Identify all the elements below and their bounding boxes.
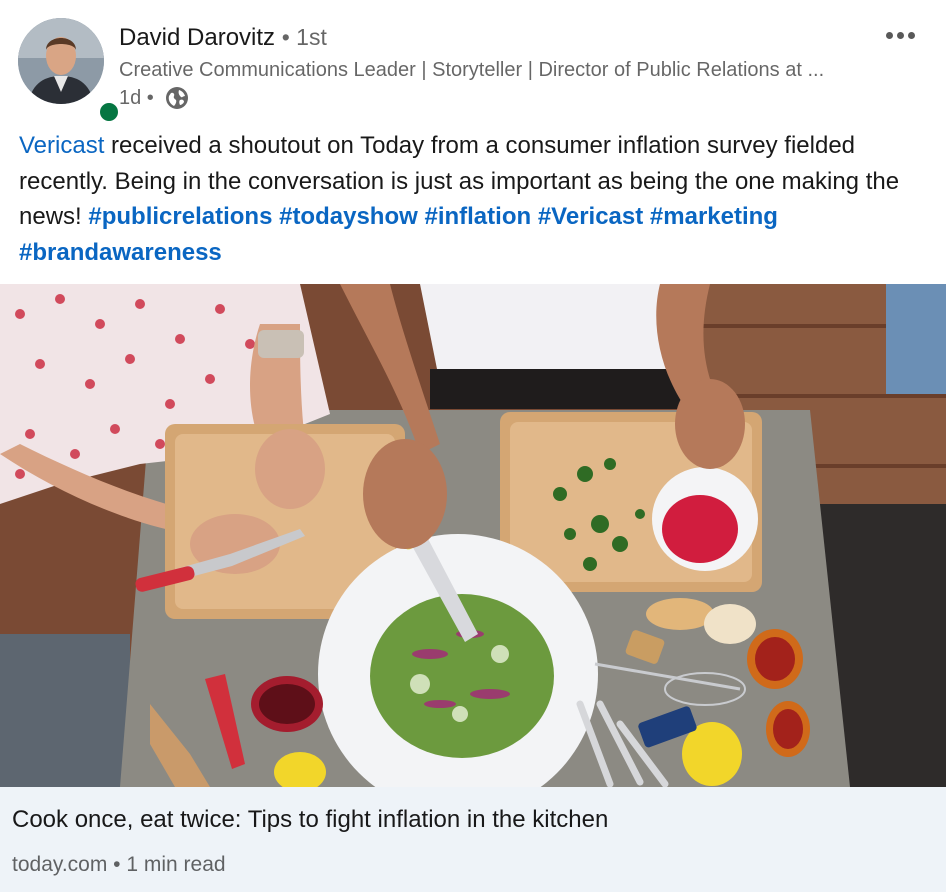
author-name[interactable]: David Darovitz xyxy=(119,24,275,51)
dot xyxy=(885,31,893,39)
meta-separator: • xyxy=(141,86,160,109)
link-title[interactable]: Cook once, eat twice: Tips to fight infl… xyxy=(12,806,608,834)
post-time: 1d xyxy=(119,86,142,109)
link-meta: today.com • 1 min read xyxy=(12,853,226,877)
hashtag-link[interactable]: #marketing xyxy=(650,203,778,230)
link-source: today.com xyxy=(12,853,108,876)
dot xyxy=(896,31,904,39)
dot xyxy=(907,31,915,39)
hashtag-link[interactable]: #inflation xyxy=(424,203,531,230)
ellipsis-icon[interactable] xyxy=(876,22,924,48)
meta-separator: • xyxy=(113,853,127,876)
hashtag-link[interactable]: #brandawareness xyxy=(19,239,222,266)
post-body: Vericast received a shoutout on Today fr… xyxy=(19,128,919,270)
connection-degree: 1st xyxy=(296,24,327,50)
link-read-time: 1 min read xyxy=(126,853,226,876)
article-image[interactable] xyxy=(0,284,946,787)
company-mention-link[interactable]: Vericast xyxy=(19,132,104,159)
avatar-photo xyxy=(18,18,104,104)
post-header: David Darovitz • 1st Creative Communicat… xyxy=(0,0,946,125)
hashtag-link[interactable]: #todayshow xyxy=(279,203,418,230)
degree-separator: • xyxy=(281,24,297,50)
hashtag-link[interactable]: #publicrelations xyxy=(88,203,272,230)
post-meta: 1d • xyxy=(119,86,189,110)
author-avatar[interactable] xyxy=(18,18,122,125)
author-headline: Creative Communications Leader | Storyte… xyxy=(119,59,825,81)
hashtag-link[interactable]: #Vericast xyxy=(538,203,643,230)
globe-icon xyxy=(165,86,189,110)
author-line: David Darovitz • 1st xyxy=(119,24,327,52)
